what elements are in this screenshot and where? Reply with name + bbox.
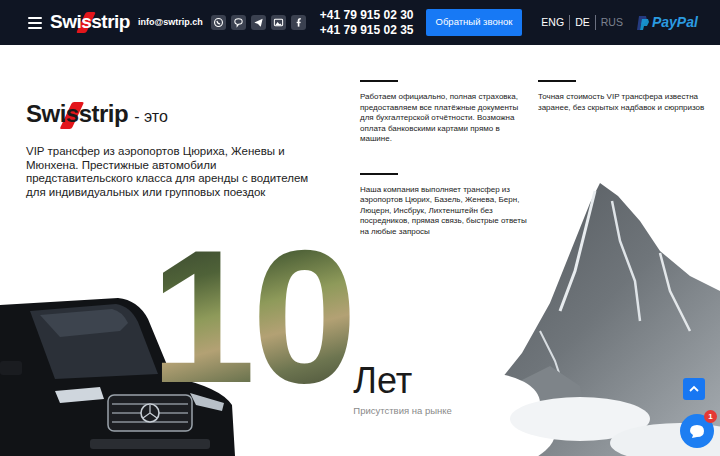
email-link[interactable]: info@swtrip.ch xyxy=(138,16,203,30)
chevron-up-icon xyxy=(688,383,700,395)
phone-number[interactable]: +41 79 915 02 30 xyxy=(320,8,414,23)
years-caption: Присутствия на рынке xyxy=(353,405,451,417)
years-block: 10 Лет Присутствия на рынке xyxy=(150,221,720,411)
facebook-icon[interactable] xyxy=(291,15,306,30)
paypal-icon xyxy=(636,15,650,31)
callback-button[interactable]: Обратный звонок xyxy=(426,9,523,36)
feature-bar xyxy=(360,80,398,82)
feature-item: Точная стоимость VIP трансфера известна … xyxy=(538,80,713,113)
phone-list: +41 79 915 02 30+41 79 915 02 35 xyxy=(320,8,414,38)
feature-text: Наша компания выполняет трансфер из аэро… xyxy=(360,185,535,238)
language-option[interactable]: RUS xyxy=(595,15,628,31)
feature-item: Работаем официально, полная страховка, п… xyxy=(360,80,535,145)
feature-bar xyxy=(538,80,576,82)
scroll-top-button[interactable] xyxy=(683,378,705,400)
feature-item: Наша компания выполняет трансфер из аэро… xyxy=(360,173,535,238)
image-icon[interactable] xyxy=(271,15,286,30)
brand-suffix: - это xyxy=(134,105,168,129)
chat-badge: 1 xyxy=(704,410,717,423)
chat-button[interactable]: 1 xyxy=(680,414,714,448)
years-number: 10 xyxy=(150,221,353,411)
feature-list: Работаем официально, полная страховка, п… xyxy=(360,80,713,237)
telegram-icon[interactable] xyxy=(251,15,266,30)
intro-description: VIP трансфер из аэропортов Цюриха, Женев… xyxy=(26,145,311,199)
viber-icon[interactable] xyxy=(231,15,246,30)
paypal-logo[interactable]: PayPal xyxy=(636,12,698,33)
brand-logo: Swisstrip xyxy=(26,100,128,129)
language-switcher: ENGDERUS xyxy=(536,15,628,31)
language-option[interactable]: DE xyxy=(569,15,595,31)
feature-text: Работаем официально, полная страховка, п… xyxy=(360,92,535,145)
hero-top: Swisstrip - это VIP трансфер из аэропорт… xyxy=(0,45,720,221)
feature-text: Точная стоимость VIP трансфера известна … xyxy=(538,92,713,113)
feature-bar xyxy=(360,173,398,175)
paypal-text: PayPal xyxy=(652,12,698,33)
site-header: Swisstrip info@swtrip.ch +41 79 915 02 3… xyxy=(0,0,720,45)
years-unit: Лет xyxy=(353,363,451,399)
chat-icon xyxy=(688,422,706,440)
intro-block: Swisstrip - это VIP трансфер из аэропорт… xyxy=(26,100,326,199)
phone-number[interactable]: +41 79 915 02 35 xyxy=(320,23,414,38)
language-option[interactable]: ENG xyxy=(536,15,569,31)
site-logo[interactable]: Swisstrip xyxy=(50,11,130,34)
menu-icon[interactable] xyxy=(28,17,42,29)
hero-section: Swisstrip - это VIP трансфер из аэропорт… xyxy=(0,45,720,456)
whatsapp-icon[interactable] xyxy=(211,15,226,30)
social-links xyxy=(211,15,306,30)
